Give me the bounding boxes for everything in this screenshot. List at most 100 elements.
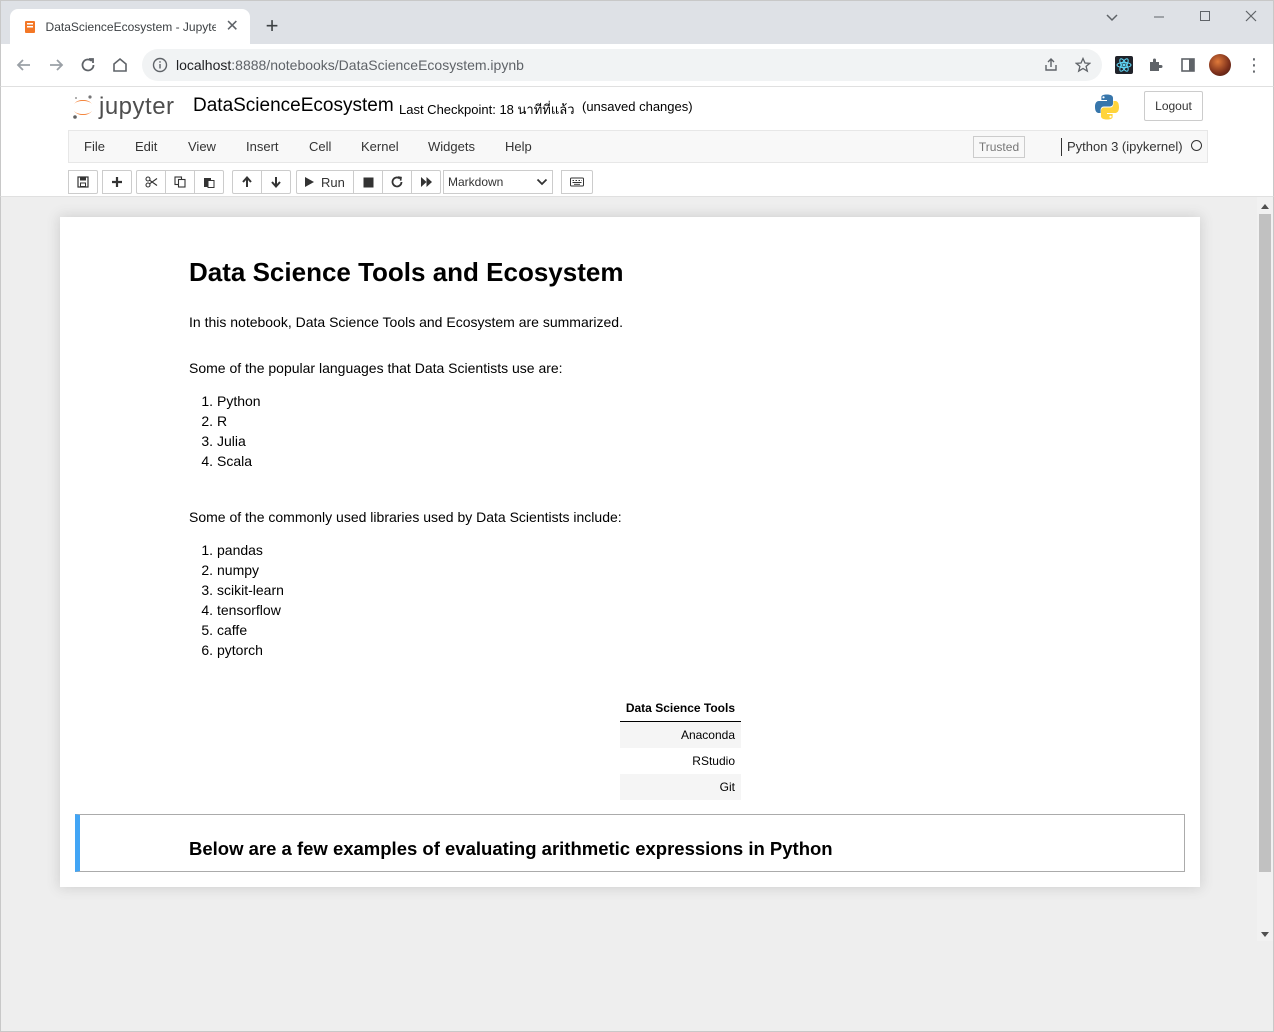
notebook-name[interactable]: DataScienceEcosystem: [193, 95, 394, 117]
scrollbar-thumb[interactable]: [1259, 214, 1271, 872]
list-item: 2. R: [201, 413, 228, 429]
url-text: localhost:8888/notebooks/DataScienceEcos…: [176, 57, 524, 73]
browser-menu-icon[interactable]: ⋮: [1245, 54, 1263, 76]
copy-icon: [174, 176, 186, 188]
save-button[interactable]: [68, 170, 98, 194]
fast-forward-icon: [420, 177, 432, 187]
list-item: 6. pytorch: [201, 642, 263, 658]
run-label: Run: [321, 174, 345, 190]
menu-edit[interactable]: Edit: [135, 139, 157, 154]
paste-icon: [204, 178, 215, 188]
interrupt-button[interactable]: [353, 170, 383, 194]
list-item: 5. caffe: [201, 622, 248, 638]
tools-table: Data Science Tools Anaconda RStudio Git: [620, 697, 741, 800]
intro-paragraph: In this notebook, Data Science Tools and…: [189, 314, 623, 330]
restart-run-all-button[interactable]: [411, 170, 441, 194]
selected-markdown-cell[interactable]: Below are a few examples of evaluating a…: [75, 814, 1185, 872]
chevron-down-icon: [536, 178, 548, 186]
restart-button[interactable]: [382, 170, 412, 194]
address-bar[interactable]: localhost:8888/notebooks/DataScienceEcos…: [142, 49, 1102, 81]
scroll-up-arrow-icon[interactable]: [1261, 204, 1269, 209]
list-item: 3. Julia: [201, 433, 246, 449]
side-panel-icon[interactable]: [1178, 55, 1198, 75]
list-item: 1. pandas: [201, 542, 263, 558]
toolbar-keyboard-group: [561, 170, 593, 194]
jupyter-book-icon: [22, 19, 38, 35]
react-devtools-icon[interactable]: [1114, 55, 1134, 75]
languages-intro: Some of the popular languages that Data …: [189, 360, 563, 376]
url-host: localhost: [176, 57, 232, 73]
share-icon[interactable]: [1042, 56, 1060, 74]
notebook-title-heading: Data Science Tools and Ecosystem: [189, 257, 624, 287]
plus-icon: [112, 177, 122, 187]
scroll-down-arrow-icon[interactable]: [1261, 932, 1269, 937]
site-info-icon[interactable]: [152, 57, 168, 78]
minimize-icon[interactable]: [1149, 9, 1169, 26]
arrow-up-icon: [242, 176, 252, 187]
list-item: 2. numpy: [201, 562, 260, 578]
forward-icon[interactable]: [45, 54, 67, 76]
menu-insert[interactable]: Insert: [246, 139, 279, 154]
menu-view[interactable]: View: [188, 139, 216, 154]
save-icon: [77, 176, 89, 188]
menubar: File Edit View Insert Cell Kernel Widget…: [68, 130, 1208, 163]
libraries-list: 1. pandas 2. numpy 3. scikit-learn 4. tensor…: [189, 540, 284, 660]
new-tab-icon[interactable]: +: [261, 15, 283, 37]
table-row: RStudio: [692, 754, 735, 768]
cell-type-select[interactable]: Markdown: [443, 170, 553, 194]
tab-title: DataScienceEcosystem - Jupyter Notebook: [45, 20, 217, 34]
toolbar-insert-group: [102, 170, 132, 194]
list-item: 3. scikit-learn: [201, 582, 284, 598]
jupyter-logo-icon: [73, 95, 92, 119]
scissors-icon: [144, 176, 157, 188]
jupyter-logo-text: jupyter: [99, 93, 175, 120]
cut-button[interactable]: [136, 170, 166, 194]
copy-button[interactable]: [165, 170, 195, 194]
bookmark-star-icon[interactable]: [1074, 56, 1092, 74]
toolbar-run-group: Run: [296, 170, 441, 194]
table-row: Anaconda: [620, 722, 741, 748]
notebook-page: Data Science Tools and Ecosystem In this…: [60, 217, 1200, 887]
notebook-scrollbar[interactable]: [1257, 197, 1273, 941]
back-icon[interactable]: [13, 54, 35, 76]
command-palette-button[interactable]: [561, 170, 593, 194]
extensions-puzzle-icon[interactable]: [1146, 55, 1166, 75]
insert-cell-button[interactable]: [102, 170, 132, 194]
menu-widgets[interactable]: Widgets: [428, 139, 475, 154]
menu-cell[interactable]: Cell: [309, 139, 331, 154]
browser-toolbar: localhost:8888/notebooks/DataScienceEcos…: [0, 44, 1274, 86]
maximize-icon[interactable]: [1195, 9, 1215, 26]
python-logo-icon: [1093, 93, 1121, 126]
home-icon[interactable]: [109, 54, 131, 76]
profile-avatar[interactable]: [1209, 54, 1231, 76]
browser-tabstrip: DataScienceEcosystem - Jupyter Notebook …: [0, 0, 1274, 45]
languages-list: 1. Python 2. R 3. Julia 4. Scala: [189, 391, 260, 471]
kernel-separator: [1061, 138, 1062, 156]
close-tab-icon[interactable]: ✕: [224, 19, 240, 35]
toolbar-move-group: [232, 170, 291, 194]
jupyter-logo[interactable]: jupyter: [71, 92, 175, 122]
paste-button[interactable]: [194, 170, 224, 194]
close-window-icon[interactable]: [1241, 9, 1261, 26]
cell-type-value: Markdown: [448, 175, 504, 189]
restart-icon: [391, 176, 403, 188]
menu-file[interactable]: File: [84, 139, 105, 154]
play-icon: [305, 177, 314, 187]
toolbar-edit-group: [136, 170, 224, 194]
autosave-status: (unsaved changes): [582, 99, 693, 114]
list-item: 4. Scala: [201, 453, 253, 469]
table-header: Data Science Tools: [620, 697, 741, 722]
jupyter-header: jupyter DataScienceEcosystem Last Checkp…: [0, 86, 1274, 196]
reload-icon[interactable]: [77, 54, 99, 76]
trusted-indicator[interactable]: Trusted: [973, 136, 1025, 158]
move-down-button[interactable]: [261, 170, 291, 194]
stop-icon: [363, 177, 373, 187]
move-up-button[interactable]: [232, 170, 262, 194]
run-button[interactable]: Run: [296, 170, 354, 194]
logout-button[interactable]: Logout: [1144, 91, 1203, 121]
tab-search-icon[interactable]: [1102, 9, 1122, 26]
arrow-down-icon: [271, 177, 281, 188]
menu-kernel[interactable]: Kernel: [361, 139, 399, 154]
menu-help[interactable]: Help: [505, 139, 532, 154]
browser-tab[interactable]: DataScienceEcosystem - Jupyter Notebook …: [10, 9, 250, 45]
